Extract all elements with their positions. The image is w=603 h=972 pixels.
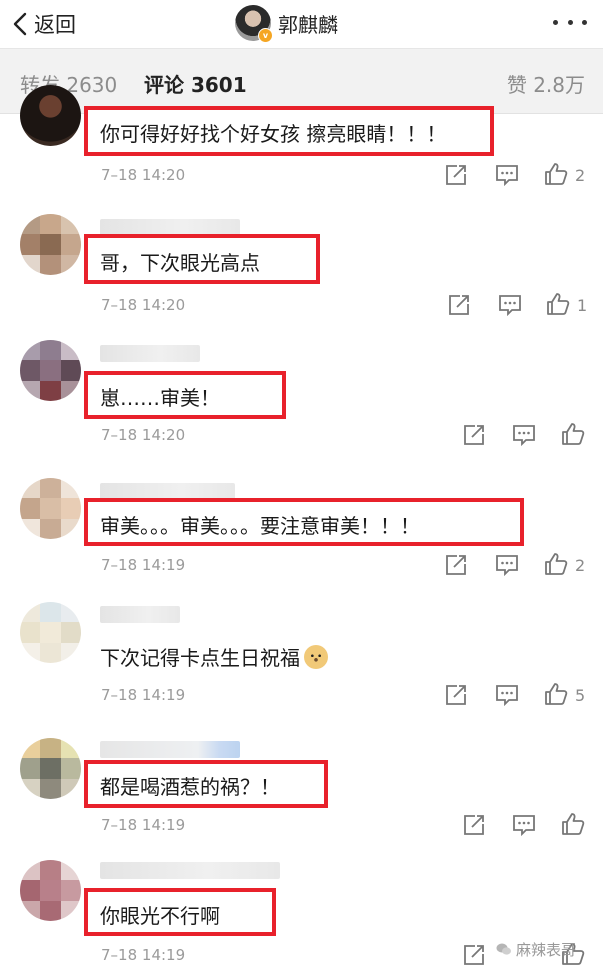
post-author[interactable]: v 郭麒麟: [235, 3, 338, 43]
comment-time: 7–18 14:20: [101, 426, 186, 444]
repost-icon[interactable]: [443, 682, 469, 708]
comment-time: 7–18 14:19: [101, 946, 186, 964]
back-button[interactable]: 返回: [12, 6, 76, 42]
verified-badge-icon: v: [258, 28, 273, 43]
comment-time: 7–18 14:19: [101, 556, 186, 574]
comment-text-content: 下次记得卡点生日祝福: [100, 646, 300, 670]
comment-time: 7–18 14:19: [101, 686, 186, 704]
reply-icon[interactable]: [511, 422, 537, 448]
reply-icon[interactable]: [494, 552, 520, 578]
blurred-username: [100, 606, 180, 623]
tab-comment[interactable]: 评论 3601: [144, 69, 247, 98]
comment-text: 都是喝酒惹的祸？！: [100, 775, 280, 799]
comment-time: 7–18 14:19: [101, 816, 186, 834]
tab-like[interactable]: 赞 2.8万: [507, 69, 585, 98]
comment-text: 你可得好好找个好女孩 擦亮眼睛！！！: [100, 122, 447, 146]
like-count: 1: [577, 296, 588, 315]
comment-time: 7–18 14:20: [101, 296, 186, 314]
like-icon[interactable]: [560, 421, 586, 447]
blurred-username: [100, 862, 280, 879]
commenter-avatar[interactable]: [20, 85, 81, 146]
tab-like-count: 2.8万: [533, 73, 585, 97]
commenter-avatar[interactable]: [20, 738, 81, 799]
reply-icon[interactable]: [511, 812, 537, 838]
reply-icon[interactable]: [497, 292, 523, 318]
more-dots-icon[interactable]: [553, 11, 587, 33]
commenter-avatar[interactable]: [20, 602, 81, 663]
comment-text: 哥，下次眼光高点: [100, 251, 260, 275]
wechat-icon: [496, 943, 511, 955]
commenter-avatar[interactable]: [20, 478, 81, 539]
repost-icon[interactable]: [461, 812, 487, 838]
watermark-text: 麻辣表哥: [516, 940, 577, 959]
comment-text: 审美。。。审美。。。要注意审美！！！: [100, 514, 420, 538]
comment-time: 7–18 14:20: [101, 166, 186, 184]
like-icon[interactable]: [560, 811, 586, 837]
reply-icon[interactable]: [494, 682, 520, 708]
watermark: 麻辣表哥: [496, 938, 576, 960]
like-count: 2: [575, 556, 586, 575]
doge-emoji-icon: [304, 645, 328, 669]
blurred-username: [100, 345, 200, 362]
tab-repost-count: 2630: [66, 73, 118, 97]
tab-like-label: 赞: [506, 73, 527, 97]
commenter-avatar[interactable]: [20, 860, 81, 921]
commenter-avatar[interactable]: [20, 214, 81, 275]
like-count: 2: [575, 166, 586, 185]
repost-icon[interactable]: [443, 162, 469, 188]
blurred-username: [100, 741, 240, 758]
commenter-avatar[interactable]: [20, 340, 81, 401]
tab-comment-label: 评论: [144, 73, 184, 97]
tab-bar: 转发 2630 评论 3601 赞 2.8万: [0, 49, 603, 114]
like-icon[interactable]: [543, 551, 569, 577]
like-count: 5: [575, 686, 586, 705]
repost-icon[interactable]: [446, 292, 472, 318]
author-name[interactable]: 郭麒麟: [278, 9, 338, 38]
back-chevron-icon: [13, 12, 27, 36]
author-avatar[interactable]: v: [235, 5, 273, 43]
repost-icon[interactable]: [443, 552, 469, 578]
like-icon[interactable]: [543, 161, 569, 187]
reply-icon[interactable]: [494, 162, 520, 188]
like-icon[interactable]: [545, 291, 571, 317]
top-nav: 返回 v 郭麒麟: [0, 0, 603, 49]
comment-text: 你眼光不行啊: [100, 904, 220, 928]
repost-icon[interactable]: [461, 422, 487, 448]
like-icon[interactable]: [543, 681, 569, 707]
tab-comment-count: 3601: [190, 73, 247, 97]
back-label: 返回: [34, 13, 76, 37]
comment-text: 下次记得卡点生日祝福: [100, 642, 328, 671]
comment-text: 崽……审美！: [100, 386, 220, 410]
repost-icon[interactable]: [461, 942, 487, 968]
